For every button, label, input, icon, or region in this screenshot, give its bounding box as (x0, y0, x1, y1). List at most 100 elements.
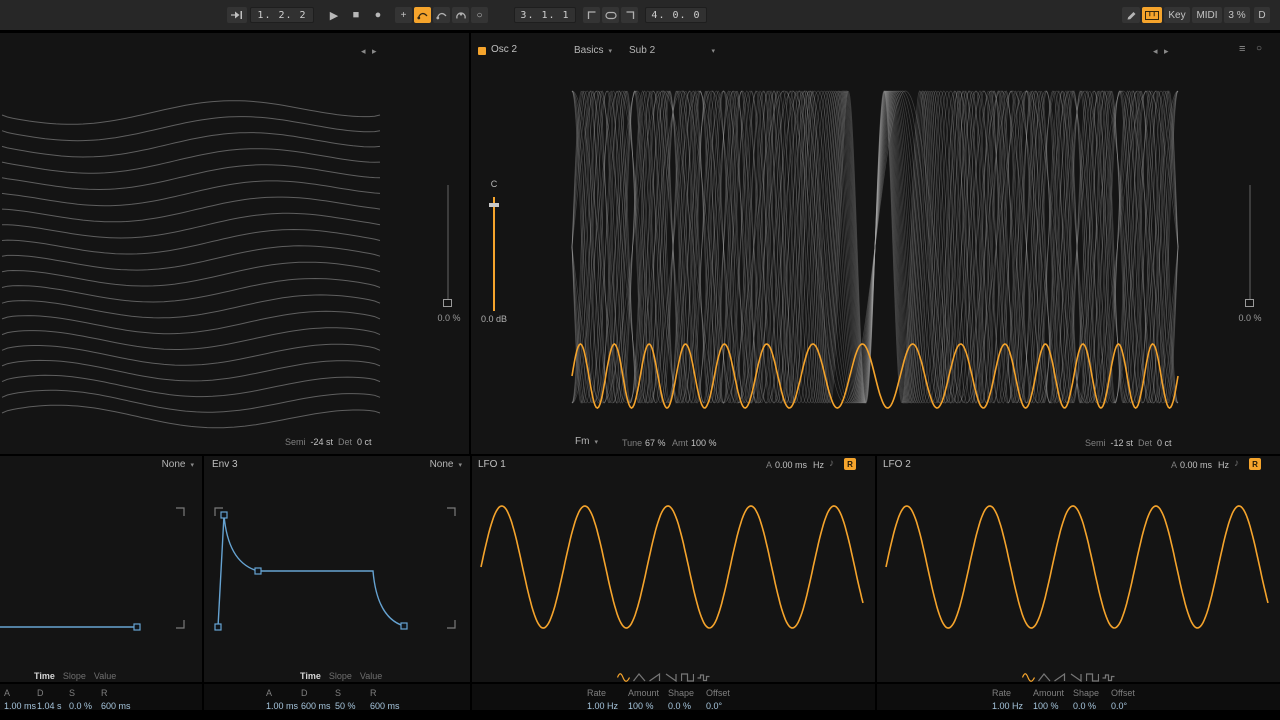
osc1-position-slider-handle[interactable] (443, 299, 452, 307)
osc2-gain-fader-handle[interactable] (489, 203, 499, 207)
draw-mode-button[interactable] (1122, 7, 1140, 23)
lfo2-shape-random-icon[interactable] (1102, 670, 1115, 682)
osc2-mod-mode-dropdown[interactable]: Fm ▾ (575, 436, 598, 447)
osc2-det-value[interactable]: 0 ct (1157, 438, 1172, 448)
stop-button[interactable]: ■ (347, 5, 365, 25)
osc2-position-slider-handle[interactable] (1245, 299, 1254, 307)
lfo1-shape-sine-icon[interactable] (616, 670, 631, 682)
loop-length-display[interactable]: 4. 0. 0 (645, 7, 707, 23)
env2-tabs: Time Slope Value (34, 671, 116, 681)
computer-midi-keyboard-button[interactable] (1142, 7, 1162, 23)
env2-tab-time[interactable]: Time (34, 671, 55, 681)
lfo2-sync-note-icon[interactable]: ♪ (1234, 458, 1239, 469)
osc2-tune-value[interactable]: 67 % (645, 438, 666, 448)
env3-mod-target-dropdown[interactable]: None ▾ (430, 459, 462, 470)
osc1-semi-value[interactable]: -24 st (311, 437, 334, 447)
lfo2-shape-saw-down-icon[interactable] (1070, 670, 1083, 683)
lfo1-offset-param: Offset 0.0° (706, 688, 744, 711)
osc2-category-dropdown[interactable]: Basics ▾ (574, 45, 612, 56)
env2-mod-target-dropdown[interactable]: None ▾ (162, 459, 194, 470)
lfo2-shape-sine-icon[interactable] (1021, 670, 1036, 682)
expand-view-icon[interactable]: ○ (1256, 43, 1262, 54)
lfo2-shape-square-icon[interactable] (1085, 670, 1100, 682)
midi-map-button[interactable]: MIDI (1192, 7, 1222, 23)
lfo2-shape-triangle-icon[interactable] (1038, 670, 1051, 682)
session-record-button[interactable]: ○ (471, 7, 488, 23)
osc2-wavetable-value: Sub 2 (629, 45, 656, 56)
osc1-position-value[interactable]: 0.0 % (431, 313, 467, 323)
follow-button[interactable] (227, 7, 247, 23)
osc1-prev-button[interactable]: ◂ (361, 46, 366, 56)
lfo1-amount-label: Amount (628, 688, 660, 698)
lfo1-shape-saw-down-icon[interactable] (665, 670, 678, 683)
osc1-det-value[interactable]: 0 ct (357, 437, 372, 447)
capture-midi-button[interactable] (452, 7, 469, 23)
lfo1-attack-value[interactable]: 0.00 ms (775, 460, 807, 470)
env3-tabs: Time Slope Value (300, 671, 382, 681)
follow-icon (231, 11, 242, 19)
osc1-position-slider-track[interactable] (447, 185, 449, 299)
lfo2-shape-label: Shape (1073, 688, 1100, 698)
menu-icon[interactable]: ≡ (1239, 43, 1245, 55)
osc2-next-button[interactable]: ▸ (1164, 46, 1169, 56)
osc2-position-slider-track[interactable] (1249, 185, 1251, 299)
record-button[interactable]: ● (369, 5, 387, 25)
play-button[interactable]: ▶ (325, 5, 343, 25)
env2-tab-slope[interactable]: Slope (63, 671, 86, 681)
pencil-icon (1127, 11, 1135, 19)
lfo1-sync-note-icon[interactable]: ♪ (829, 458, 834, 469)
env3-tab-slope[interactable]: Slope (329, 671, 352, 681)
osc1-next-button[interactable]: ▸ (372, 46, 377, 56)
midi-overdub-button[interactable]: + (395, 7, 412, 23)
osc2-wavetable-dropdown[interactable]: Sub 2 ▾ (629, 45, 715, 56)
osc1-wavetable-display[interactable] (0, 33, 469, 454)
lfo2-attack-value[interactable]: 0.00 ms (1180, 460, 1212, 470)
osc2-position-value[interactable]: 0.0 % (1232, 313, 1268, 323)
lfo1-shape-triangle-icon[interactable] (633, 670, 646, 682)
osc2-gain-fader[interactable] (493, 197, 495, 311)
lfo1-shape-square-icon[interactable] (680, 670, 695, 682)
loop-start-display[interactable]: 3. 1. 1 (514, 7, 576, 23)
osc1-pitch-controls: Semi -24 st Det 0 ct (285, 437, 372, 447)
lfo1-rate-label: Rate (587, 688, 607, 698)
osc2-prev-button[interactable]: ◂ (1153, 46, 1158, 56)
play-icon: ▶ (329, 9, 339, 22)
env3-sustain-param: S 50 % (335, 688, 373, 711)
punch-out-button[interactable] (621, 7, 638, 23)
osc2-gain-value[interactable]: 0.0 dB (476, 314, 512, 324)
lfo2-offset-param: Offset 0.0° (1111, 688, 1149, 711)
automation-arm-button[interactable] (414, 7, 431, 23)
lfo2-retrigger-toggle[interactable]: R (1249, 458, 1261, 470)
env2-tab-value[interactable]: Value (94, 671, 116, 681)
arrangement-position-display[interactable]: 1. 2. 2 (250, 7, 314, 23)
punch-in-button[interactable] (583, 7, 600, 23)
osc2-semi-value[interactable]: -12 st (1111, 438, 1134, 448)
env3-tab-value[interactable]: Value (360, 671, 382, 681)
lfo1-attack-label: A (766, 460, 773, 470)
bottom-spacer (0, 710, 202, 720)
env3-mod-target-value: None (429, 459, 454, 470)
bottom-spacer (877, 710, 1280, 720)
env3-tab-time[interactable]: Time (300, 671, 321, 681)
lfo2-hz-toggle[interactable]: Hz (1218, 460, 1229, 470)
osc2-wavetable-display[interactable] (471, 33, 1280, 454)
osc2-power-toggle[interactable] (478, 47, 486, 55)
lfo1-shape-random-icon[interactable] (697, 670, 710, 682)
env2-footer: A 1.00 ms D 1.04 s S 0.0 % R 600 ms (0, 682, 202, 711)
env3-title: Env 3 (212, 459, 238, 470)
lfo1-shape-saw-up-icon[interactable] (649, 670, 662, 682)
key-map-button[interactable]: Key (1164, 7, 1190, 23)
lfo1-retrigger-toggle[interactable]: R (844, 458, 856, 470)
loop-button[interactable] (602, 7, 619, 23)
osc2-det-label: Det (1138, 438, 1153, 448)
lfo1-hz-toggle[interactable]: Hz (813, 460, 824, 470)
env3-release-param: R 600 ms (370, 688, 408, 711)
lfo2-shape-param: Shape 0.0 % (1073, 688, 1111, 711)
osc2-amt-value[interactable]: 100 % (691, 438, 717, 448)
env2-mod-target-value: None (161, 459, 186, 470)
env3-attack-label: A (266, 688, 273, 698)
osc1-panel: ◂ ▸ Semi -24 st Det 0 ct 0.0 % (0, 33, 469, 454)
osc2-amt-label: Amt (672, 438, 689, 448)
lfo2-shape-saw-up-icon[interactable] (1054, 670, 1067, 682)
reenable-automation-button[interactable] (433, 7, 450, 23)
